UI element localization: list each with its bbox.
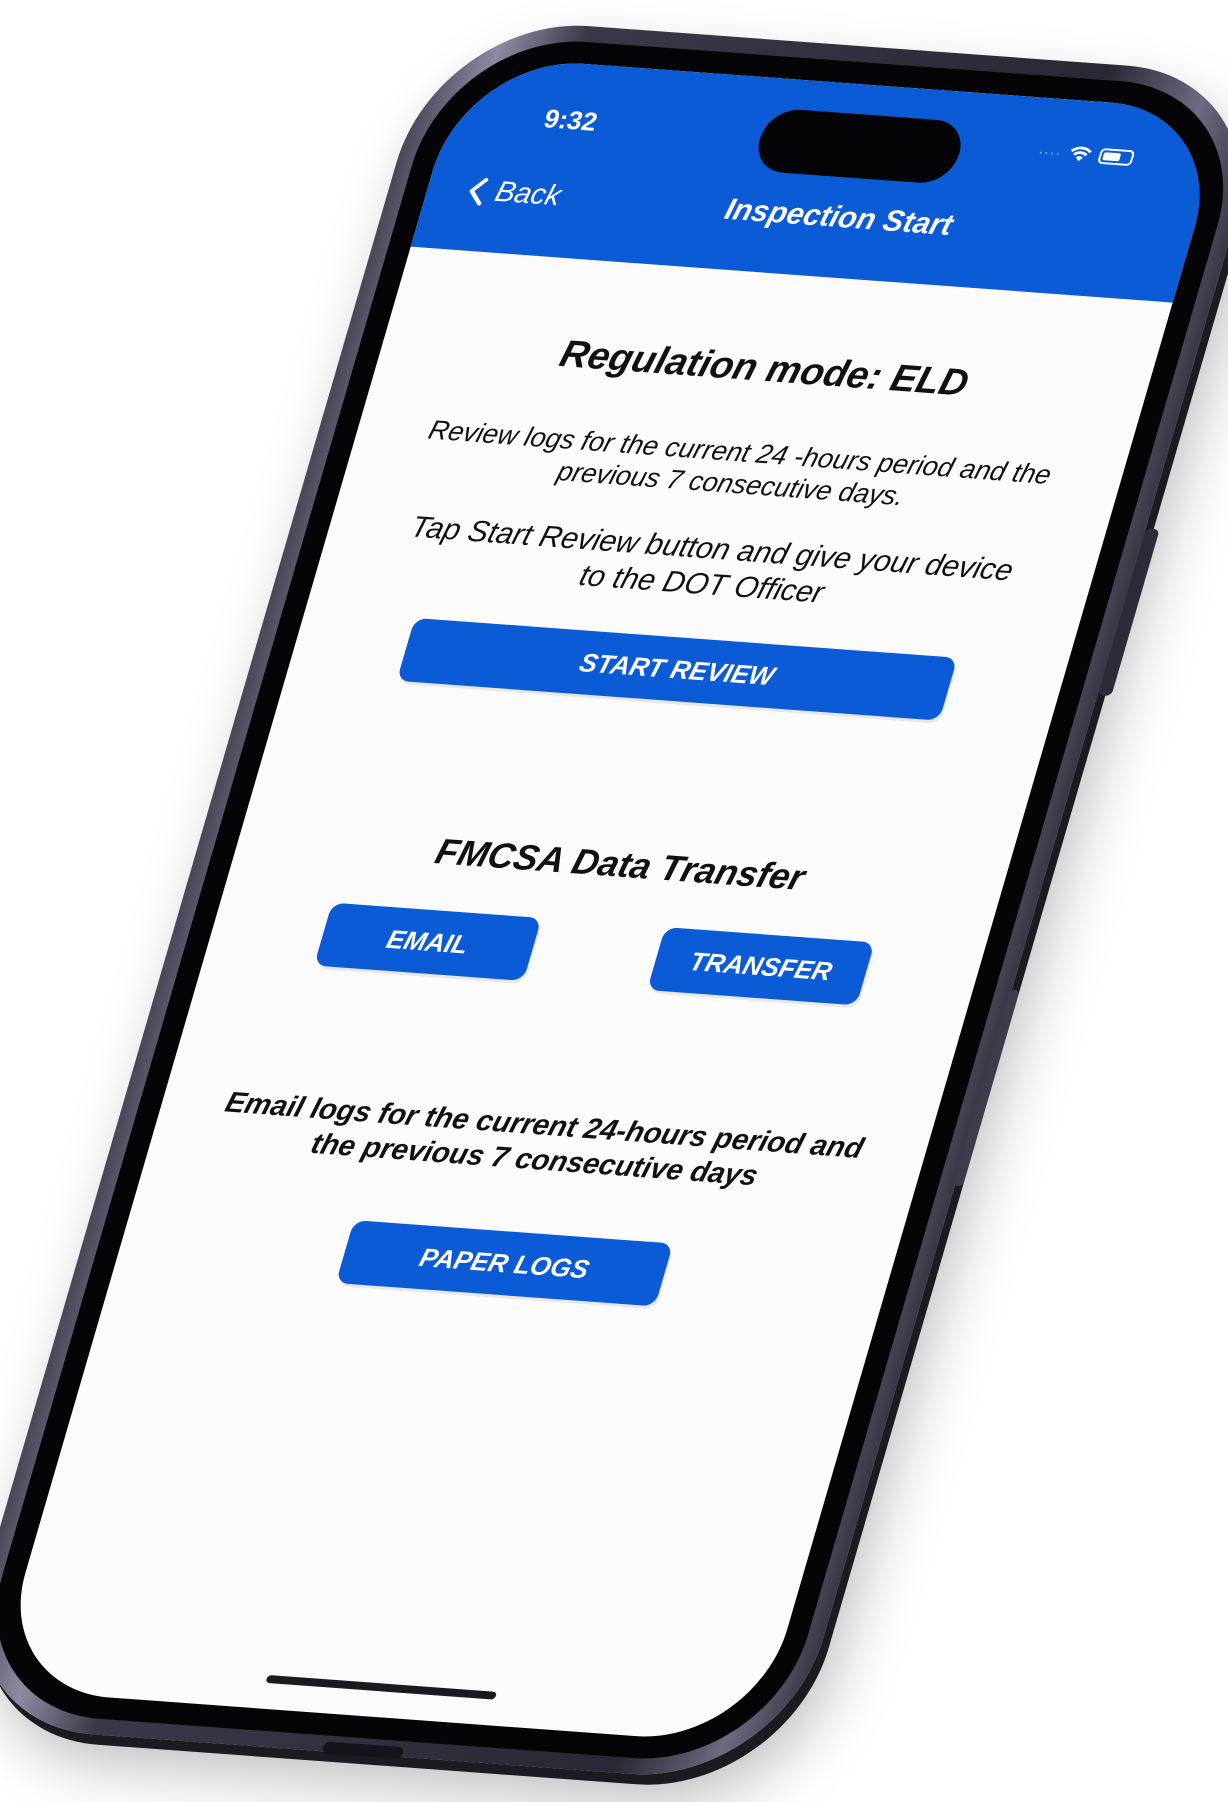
battery-icon (1096, 147, 1136, 167)
phone-device: 9:32 ···· Back Inspection Start Regulati… (0, 15, 1228, 1785)
wifi-icon (1067, 146, 1094, 163)
battery-level (1102, 152, 1121, 162)
charging-port (321, 1741, 405, 1760)
dynamic-island (750, 107, 969, 185)
regulation-description: Review logs for the current 24 -hours pe… (425, 414, 1055, 512)
phone-bezel: 9:32 ···· Back Inspection Start Regulati… (0, 31, 1228, 1769)
status-icons: ···· (1036, 143, 1136, 167)
stage: 9:32 ···· Back Inspection Start Regulati… (0, 0, 1228, 1802)
inspection-body: Regulation mode: ELD Review logs for the… (0, 247, 1173, 1745)
screen-content: 9:32 ···· Back Inspection Start Regulati… (0, 55, 1228, 1745)
email-note: Email logs for the current 24-hours peri… (221, 1086, 868, 1193)
regulation-heading: Regulation mode: ELD (555, 333, 974, 405)
status-time: 9:32 (540, 103, 602, 137)
signal-icon: ···· (1036, 143, 1064, 161)
start-review-button[interactable]: START REVIEW (396, 617, 958, 721)
phone-screen: 9:32 ···· Back Inspection Start Regulati… (0, 55, 1228, 1745)
paper-logs-button[interactable]: PAPER LOGS (335, 1220, 674, 1307)
page-title: Inspection Start (721, 192, 957, 242)
email-button[interactable]: EMAIL (313, 902, 542, 981)
transfer-button[interactable]: TRANSFER (647, 927, 875, 1006)
transfer-heading: FMCSA Data Transfer (431, 830, 810, 898)
regulation-instruction: Tap Start Review button and give your de… (406, 510, 1018, 610)
